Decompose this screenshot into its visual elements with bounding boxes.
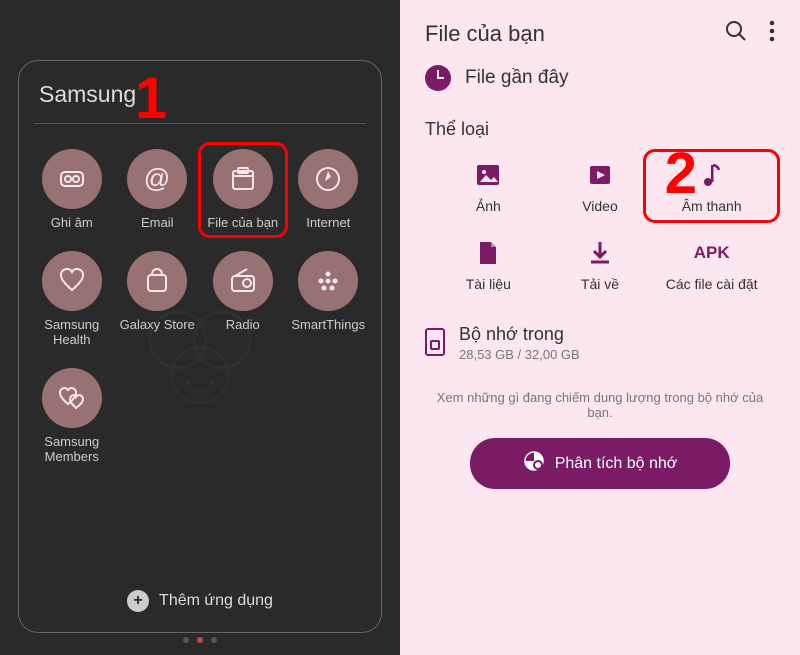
samsung-members-app[interactable]: Samsung Members (34, 368, 110, 465)
recent-files-section[interactable]: File gần đây (425, 65, 775, 91)
my-files-screen: File của bạn File gần đây Thể loại 2 (400, 0, 800, 655)
heart-icon (42, 251, 102, 311)
my-files-app[interactable]: File của bạn (198, 142, 288, 238)
app-label: File của bạn (207, 215, 278, 231)
phone-icon (425, 328, 445, 356)
app-label: Ghi âm (51, 215, 93, 231)
app-label: Samsung Members (34, 434, 110, 465)
app-label: Internet (306, 215, 350, 231)
categories-grid: Ảnh Video Âm thanh (425, 158, 775, 292)
videos-category[interactable]: Video (547, 158, 654, 214)
analyze-label: Phân tích bộ nhớ (555, 455, 678, 473)
email-icon: @ (127, 149, 187, 209)
internet-icon (298, 149, 358, 209)
music-icon (695, 158, 729, 192)
image-icon (471, 158, 505, 192)
category-label: Video (582, 198, 618, 214)
analyze-storage-button[interactable]: Phân tích bộ nhớ (470, 438, 730, 489)
radio-icon (213, 251, 273, 311)
download-icon (583, 236, 617, 270)
clock-icon (425, 65, 451, 91)
voice-recorder-icon (42, 149, 102, 209)
samsung-health-app[interactable]: Samsung Health (34, 251, 110, 348)
internal-storage[interactable]: Bộ nhớ trong 28,53 GB / 32,00 GB (400, 324, 800, 362)
category-label: Ảnh (476, 198, 501, 214)
documents-category[interactable]: Tài liệu (435, 236, 542, 292)
app-label: Email (141, 215, 174, 231)
apk-icon: APK (695, 236, 729, 270)
step-2-annotation: 2 (665, 140, 697, 207)
step-1-annotation: 1 (135, 65, 167, 132)
more-icon[interactable] (769, 20, 775, 47)
search-icon[interactable] (725, 20, 747, 47)
storage-hint: Xem những gì đang chiếm dung lượng trong… (400, 390, 800, 420)
storage-usage: 28,53 GB / 32,00 GB (459, 347, 580, 362)
categories-header: Thể loại (425, 119, 775, 140)
app-label: SmartThings (291, 317, 365, 333)
document-icon (471, 236, 505, 270)
category-label: Tải về (581, 276, 619, 292)
divider (34, 123, 366, 124)
page-title: File của bạn (425, 21, 545, 47)
category-label: Tài liệu (466, 276, 511, 292)
my-files-icon (213, 149, 273, 209)
app-drawer-folder: 1 Samsung Ghi âm (0, 0, 400, 655)
svg-text:@: @ (144, 163, 170, 193)
storage-title: Bộ nhớ trong (459, 324, 580, 345)
add-apps-button[interactable]: + Thêm ứng dụng (34, 590, 366, 612)
recent-title: File gần đây (465, 67, 569, 89)
app-label: Samsung Health (34, 317, 110, 348)
members-icon (42, 368, 102, 428)
page-indicator[interactable] (183, 637, 217, 643)
category-label: Các file cài đặt (666, 276, 758, 292)
header: File của bạn (400, 20, 800, 65)
apk-category[interactable]: APK Các file cài đặt (658, 236, 765, 292)
downloads-category[interactable]: Tải về (547, 236, 654, 292)
analyze-icon (523, 450, 545, 477)
smartthings-icon (298, 251, 358, 311)
images-category[interactable]: Ảnh (435, 158, 542, 214)
folder-title: Samsung (34, 81, 366, 108)
video-icon (583, 158, 617, 192)
email-app[interactable]: @ Email (120, 149, 196, 231)
face-mascot (140, 310, 260, 435)
smartthings-app[interactable]: SmartThings (291, 251, 367, 348)
voice-recorder-app[interactable]: Ghi âm (34, 149, 110, 231)
bag-icon (127, 251, 187, 311)
plus-icon: + (127, 590, 149, 612)
add-apps-label: Thêm ứng dụng (159, 592, 273, 610)
internet-app[interactable]: Internet (291, 149, 367, 231)
